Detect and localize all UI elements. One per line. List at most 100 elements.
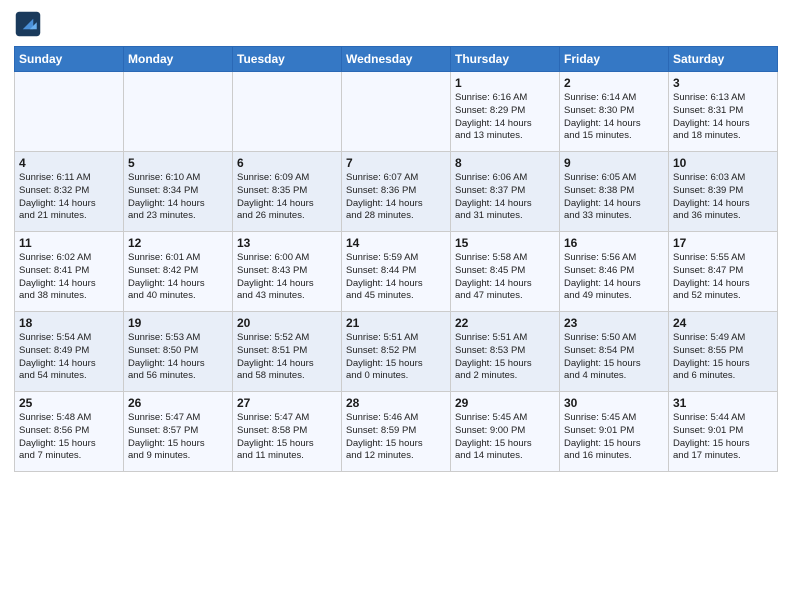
day-info: Sunrise: 6:06 AMSunset: 8:37 PMDaylight:… [455,172,555,223]
day-cell: 3 Sunrise: 6:13 AMSunset: 8:31 PMDaylight… [669,72,778,152]
day-number: 9 [564,156,664,170]
day-info: Sunrise: 5:48 AMSunset: 8:56 PMDaylight:… [19,412,119,463]
day-number: 26 [128,396,228,410]
day-info: Sunrise: 6:16 AMSunset: 8:29 PMDaylight:… [455,92,555,143]
day-number: 28 [346,396,446,410]
day-info: Sunrise: 5:45 AMSunset: 9:00 PMDaylight:… [455,412,555,463]
day-number: 17 [673,236,773,250]
day-info: Sunrise: 6:02 AMSunset: 8:41 PMDaylight:… [19,252,119,303]
day-info: Sunrise: 6:11 AMSunset: 8:32 PMDaylight:… [19,172,119,223]
day-cell: 31 Sunrise: 5:44 AMSunset: 9:01 PMDayligh… [669,392,778,472]
day-number: 29 [455,396,555,410]
day-info: Sunrise: 5:49 AMSunset: 8:55 PMDaylight:… [673,332,773,383]
header-cell-thursday: Thursday [451,47,560,72]
logo [14,10,46,38]
header-cell-saturday: Saturday [669,47,778,72]
day-info: Sunrise: 6:14 AMSunset: 8:30 PMDaylight:… [564,92,664,143]
day-info: Sunrise: 5:47 AMSunset: 8:57 PMDaylight:… [128,412,228,463]
day-number: 18 [19,316,119,330]
header-cell-sunday: Sunday [15,47,124,72]
day-info: Sunrise: 5:53 AMSunset: 8:50 PMDaylight:… [128,332,228,383]
day-cell: 20 Sunrise: 5:52 AMSunset: 8:51 PMDayligh… [233,312,342,392]
day-number: 13 [237,236,337,250]
day-info: Sunrise: 5:51 AMSunset: 8:52 PMDaylight:… [346,332,446,383]
day-cell: 25 Sunrise: 5:48 AMSunset: 8:56 PMDayligh… [15,392,124,472]
logo-icon [14,10,42,38]
day-cell [342,72,451,152]
day-number: 24 [673,316,773,330]
day-cell: 6Sunrise: 6:09 AMSunset: 8:35 PMDaylight… [233,152,342,232]
day-cell: 8 Sunrise: 6:06 AMSunset: 8:37 PMDaylight… [451,152,560,232]
day-number: 7 [346,156,446,170]
day-info: Sunrise: 5:55 AMSunset: 8:47 PMDaylight:… [673,252,773,303]
day-number: 14 [346,236,446,250]
day-number: 2 [564,76,664,90]
day-info: Sunrise: 5:45 AMSunset: 9:01 PMDaylight:… [564,412,664,463]
day-cell: 5 Sunrise: 6:10 AMSunset: 8:34 PMDaylight… [124,152,233,232]
day-info: Sunrise: 5:54 AMSunset: 8:49 PMDaylight:… [19,332,119,383]
day-info: Sunrise: 6:05 AMSunset: 8:38 PMDaylight:… [564,172,664,223]
calendar-table: SundayMondayTuesdayWednesdayThursdayFrid… [14,46,778,472]
week-row-3: 18 Sunrise: 5:54 AMSunset: 8:49 PMDayligh… [15,312,778,392]
day-info: Sunrise: 5:51 AMSunset: 8:53 PMDaylight:… [455,332,555,383]
day-cell: 2 Sunrise: 6:14 AMSunset: 8:30 PMDaylight… [560,72,669,152]
day-number: 1 [455,76,555,90]
day-cell [233,72,342,152]
day-cell: 14 Sunrise: 5:59 AMSunset: 8:44 PMDayligh… [342,232,451,312]
day-number: 6 [237,156,337,170]
day-info: Sunrise: 6:13 AMSunset: 8:31 PMDaylight:… [673,92,773,143]
day-number: 11 [19,236,119,250]
day-number: 8 [455,156,555,170]
day-number: 3 [673,76,773,90]
day-cell: 12 Sunrise: 6:01 AMSunset: 8:42 PMDayligh… [124,232,233,312]
day-cell: 22 Sunrise: 5:51 AMSunset: 8:53 PMDayligh… [451,312,560,392]
day-number: 15 [455,236,555,250]
day-number: 4 [19,156,119,170]
day-cell: 15Sunrise: 5:58 AMSunset: 8:45 PMDayligh… [451,232,560,312]
day-number: 22 [455,316,555,330]
day-number: 20 [237,316,337,330]
day-cell: 18 Sunrise: 5:54 AMSunset: 8:49 PMDayligh… [15,312,124,392]
day-info: Sunrise: 6:03 AMSunset: 8:39 PMDaylight:… [673,172,773,223]
day-info: Sunrise: 5:47 AMSunset: 8:58 PMDaylight:… [237,412,337,463]
day-cell: 16Sunrise: 5:56 AMSunset: 8:46 PMDayligh… [560,232,669,312]
day-info: Sunrise: 5:52 AMSunset: 8:51 PMDaylight:… [237,332,337,383]
day-info: Sunrise: 6:01 AMSunset: 8:42 PMDaylight:… [128,252,228,303]
header-cell-friday: Friday [560,47,669,72]
day-info: Sunrise: 6:10 AMSunset: 8:34 PMDaylight:… [128,172,228,223]
day-cell: 27 Sunrise: 5:47 AMSunset: 8:58 PMDayligh… [233,392,342,472]
day-info: Sunrise: 5:50 AMSunset: 8:54 PMDaylight:… [564,332,664,383]
day-number: 12 [128,236,228,250]
day-cell: 9 Sunrise: 6:05 AMSunset: 8:38 PMDaylight… [560,152,669,232]
day-cell: 30Sunrise: 5:45 AMSunset: 9:01 PMDayligh… [560,392,669,472]
week-row-1: 4 Sunrise: 6:11 AMSunset: 8:32 PMDaylight… [15,152,778,232]
day-cell: 28Sunrise: 5:46 AMSunset: 8:59 PMDayligh… [342,392,451,472]
day-cell: 26 Sunrise: 5:47 AMSunset: 8:57 PMDayligh… [124,392,233,472]
header-row: SundayMondayTuesdayWednesdayThursdayFrid… [15,47,778,72]
header-cell-monday: Monday [124,47,233,72]
day-cell: 17 Sunrise: 5:55 AMSunset: 8:47 PMDayligh… [669,232,778,312]
calendar-body: 1 Sunrise: 6:16 AMSunset: 8:29 PMDaylight… [15,72,778,472]
day-cell: 19Sunrise: 5:53 AMSunset: 8:50 PMDayligh… [124,312,233,392]
day-number: 31 [673,396,773,410]
day-info: Sunrise: 5:59 AMSunset: 8:44 PMDaylight:… [346,252,446,303]
day-number: 5 [128,156,228,170]
day-cell: 7Sunrise: 6:07 AMSunset: 8:36 PMDaylight… [342,152,451,232]
header-cell-wednesday: Wednesday [342,47,451,72]
header-cell-tuesday: Tuesday [233,47,342,72]
day-number: 25 [19,396,119,410]
day-cell: 11 Sunrise: 6:02 AMSunset: 8:41 PMDayligh… [15,232,124,312]
day-cell [15,72,124,152]
day-info: Sunrise: 5:44 AMSunset: 9:01 PMDaylight:… [673,412,773,463]
day-cell [124,72,233,152]
day-number: 16 [564,236,664,250]
calendar-header: SundayMondayTuesdayWednesdayThursdayFrid… [15,47,778,72]
day-cell: 29 Sunrise: 5:45 AMSunset: 9:00 PMDayligh… [451,392,560,472]
day-cell: 13 Sunrise: 6:00 AMSunset: 8:43 PMDayligh… [233,232,342,312]
day-number: 10 [673,156,773,170]
day-info: Sunrise: 6:00 AMSunset: 8:43 PMDaylight:… [237,252,337,303]
page: SundayMondayTuesdayWednesdayThursdayFrid… [0,0,792,612]
day-number: 21 [346,316,446,330]
day-cell: 23Sunrise: 5:50 AMSunset: 8:54 PMDayligh… [560,312,669,392]
day-number: 27 [237,396,337,410]
